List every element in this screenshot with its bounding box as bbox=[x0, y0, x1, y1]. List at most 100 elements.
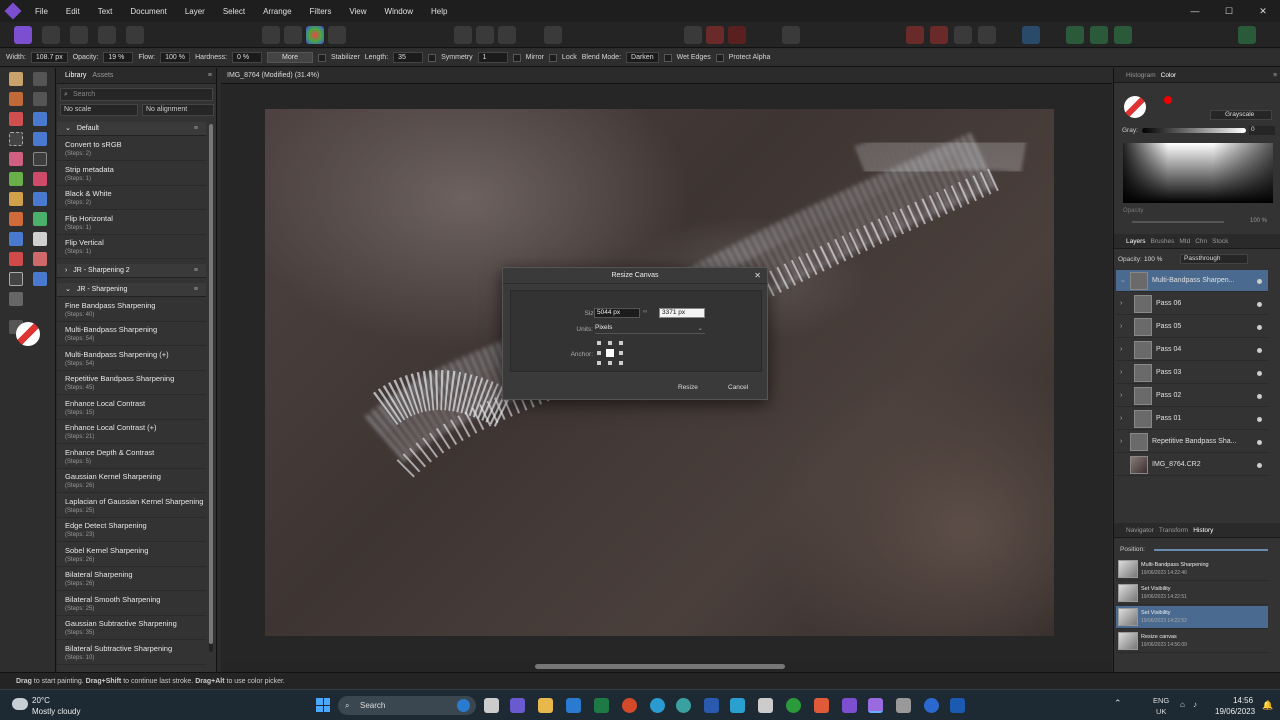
macro-item[interactable]: Black & White (Steps: 2) bbox=[57, 186, 206, 210]
chevron-right-icon[interactable]: › bbox=[65, 267, 69, 274]
group-menu-icon[interactable]: ≡ bbox=[194, 283, 198, 297]
macro-item[interactable]: Bilateral Smooth Sharpening (Steps: 25) bbox=[57, 592, 206, 616]
macro-item[interactable]: Flip Vertical (Steps: 1) bbox=[57, 235, 206, 259]
store-icon[interactable] bbox=[758, 698, 773, 713]
visibility-dot-icon[interactable] bbox=[1257, 394, 1262, 399]
macro-item[interactable]: Laplacian of Gaussian Kernel Sharpening(… bbox=[57, 494, 206, 518]
blur-brush-icon[interactable] bbox=[9, 212, 23, 226]
macro-item[interactable]: Strip metadata (Steps: 1) bbox=[57, 162, 206, 186]
visibility-dot-icon[interactable] bbox=[1257, 279, 1262, 284]
photo-persona-icon[interactable] bbox=[14, 26, 32, 44]
close-window-button[interactable]: ✕ bbox=[1246, 0, 1280, 22]
anchor-center[interactable] bbox=[606, 349, 614, 357]
tab-library[interactable]: Library bbox=[65, 72, 86, 79]
anchor-left[interactable] bbox=[597, 351, 601, 355]
app-logo-icon[interactable] bbox=[0, 0, 26, 22]
tone-mapping-persona-icon[interactable] bbox=[98, 26, 116, 44]
layer-row[interactable]: ⌄ Multi-Bandpass Sharpen... bbox=[1116, 270, 1268, 292]
auto-levels-icon[interactable] bbox=[262, 26, 280, 44]
anchor-top-right[interactable] bbox=[619, 341, 623, 345]
macro-item[interactable]: Enhance Local Contrast (Steps: 15) bbox=[57, 396, 206, 420]
menu-text[interactable]: Text bbox=[89, 7, 122, 16]
macro-item[interactable]: Repetitive Bandpass Sharpening (Steps: 45… bbox=[57, 371, 206, 395]
macro-item[interactable]: Convert to sRGB (Steps: 2) bbox=[57, 137, 206, 161]
affinity-photo-icon[interactable] bbox=[842, 698, 857, 713]
alignment-select[interactable]: No alignment bbox=[142, 104, 214, 116]
group-menu-icon[interactable]: ≡ bbox=[194, 264, 198, 278]
tab-assets[interactable]: Assets bbox=[92, 72, 113, 79]
xbox-icon[interactable] bbox=[786, 698, 801, 713]
clone-brush-icon[interactable] bbox=[33, 192, 47, 206]
tray-chevron-icon[interactable]: ⌃ bbox=[1114, 698, 1122, 709]
inpainting-brush-icon[interactable] bbox=[9, 252, 23, 266]
layer-row[interactable]: › Pass 02 bbox=[1116, 385, 1268, 407]
color-picker-icon[interactable] bbox=[1164, 96, 1172, 104]
red-eye-tool-icon[interactable] bbox=[33, 212, 47, 226]
macro-item[interactable]: Multi-Bandpass Sharpening (+) (Steps: 54) bbox=[57, 347, 206, 371]
macro-item[interactable]: Bilateral Sharpening (Steps: 26) bbox=[57, 567, 206, 591]
macro-item[interactable]: Gaussian Kernel Sharpening (Steps: 26) bbox=[57, 469, 206, 493]
layer-row[interactable]: › Repetitive Bandpass Sha... bbox=[1116, 431, 1268, 453]
snapping-icon[interactable] bbox=[684, 26, 702, 44]
move-tool-icon[interactable] bbox=[33, 72, 47, 86]
export-persona-icon[interactable] bbox=[126, 26, 144, 44]
panel-menu-icon[interactable]: ≡ bbox=[1273, 72, 1277, 79]
anchor-grid[interactable] bbox=[597, 341, 623, 365]
tab-transform[interactable]: Transform bbox=[1159, 527, 1188, 534]
crop-tool-icon[interactable] bbox=[33, 92, 47, 106]
paint-brush-icon[interactable] bbox=[33, 152, 47, 166]
anchor-top-left[interactable] bbox=[597, 341, 601, 345]
teams-icon[interactable] bbox=[510, 698, 525, 713]
hardness-field[interactable]: 0 % bbox=[232, 52, 263, 63]
layer-row[interactable]: › Pass 01 bbox=[1116, 408, 1268, 430]
flow-field[interactable]: 100 % bbox=[160, 52, 191, 63]
tab-mtd[interactable]: Mtd bbox=[1179, 238, 1190, 245]
anchor-top[interactable] bbox=[608, 341, 612, 345]
menu-filters[interactable]: Filters bbox=[301, 7, 341, 16]
layers-opacity-value[interactable]: 100 % bbox=[1144, 256, 1162, 263]
auto-colors-icon[interactable] bbox=[306, 26, 324, 44]
blend-mode-select[interactable]: Passthrough bbox=[1180, 254, 1248, 264]
marquee-tool-icon[interactable] bbox=[9, 132, 23, 146]
volume-icon[interactable]: ♪ bbox=[1193, 700, 1197, 709]
macro-item[interactable]: Multi-Bandpass Sharpening (Steps: 54) bbox=[57, 322, 206, 346]
visibility-dot-icon[interactable] bbox=[1257, 463, 1262, 468]
account-icon[interactable] bbox=[1238, 26, 1256, 44]
bing-icon[interactable] bbox=[457, 699, 470, 712]
menu-layer[interactable]: Layer bbox=[176, 7, 214, 16]
edge-icon[interactable] bbox=[650, 698, 665, 713]
gray-slider[interactable] bbox=[1142, 128, 1246, 133]
macro-item[interactable]: Enhance Depth & Contrast (Steps: 5) bbox=[57, 445, 206, 469]
library-search-input[interactable]: ⌕ Search bbox=[60, 88, 213, 101]
align-icon[interactable] bbox=[1022, 26, 1040, 44]
menu-help[interactable]: Help bbox=[422, 7, 456, 16]
macro-item[interactable]: Enhance Local Contrast (+) (Steps: 21) bbox=[57, 420, 206, 444]
anchor-bottom[interactable] bbox=[608, 361, 612, 365]
menu-window[interactable]: Window bbox=[376, 7, 422, 16]
color-mode-select[interactable]: Grayscale bbox=[1210, 110, 1272, 120]
layer-row[interactable]: › Pass 03 bbox=[1116, 362, 1268, 384]
pixel-tool-icon[interactable] bbox=[9, 172, 23, 186]
fill-stroke-swatch-icon[interactable] bbox=[1124, 96, 1146, 118]
erase-brush-icon[interactable] bbox=[33, 172, 47, 186]
history-item[interactable]: Multi-Bandpass Sharpening 19/06/2023 14:2… bbox=[1116, 558, 1268, 581]
browser-icon[interactable] bbox=[676, 698, 691, 713]
stabilizer-checkbox[interactable] bbox=[317, 53, 326, 62]
position-slider[interactable] bbox=[1154, 549, 1268, 551]
selection-mode-icon[interactable] bbox=[454, 26, 472, 44]
symmetry-field[interactable]: 1 bbox=[477, 52, 508, 63]
layer-row[interactable]: › Pass 05 bbox=[1116, 316, 1268, 338]
macro-item[interactable]: Sobel Kernel Sharpening (Steps: 26) bbox=[57, 543, 206, 567]
auto-white-balance-icon[interactable] bbox=[328, 26, 346, 44]
history-item[interactable]: Set Visibility 19/06/2023 14:22:52 bbox=[1116, 606, 1268, 629]
view-tool-icon[interactable] bbox=[9, 72, 23, 86]
chevron-down-icon[interactable]: ⌄ bbox=[1120, 270, 1126, 292]
link-icon[interactable]: ∞ bbox=[643, 309, 647, 315]
dodge-brush-icon[interactable] bbox=[9, 192, 23, 206]
library-scrollbar[interactable] bbox=[209, 124, 213, 652]
tab-chn[interactable]: Chn bbox=[1195, 238, 1207, 245]
chevron-right-icon[interactable]: › bbox=[1120, 339, 1122, 361]
tab-color[interactable]: Color bbox=[1161, 72, 1177, 79]
visibility-dot-icon[interactable] bbox=[1257, 371, 1262, 376]
arrange-forward-icon[interactable] bbox=[954, 26, 972, 44]
